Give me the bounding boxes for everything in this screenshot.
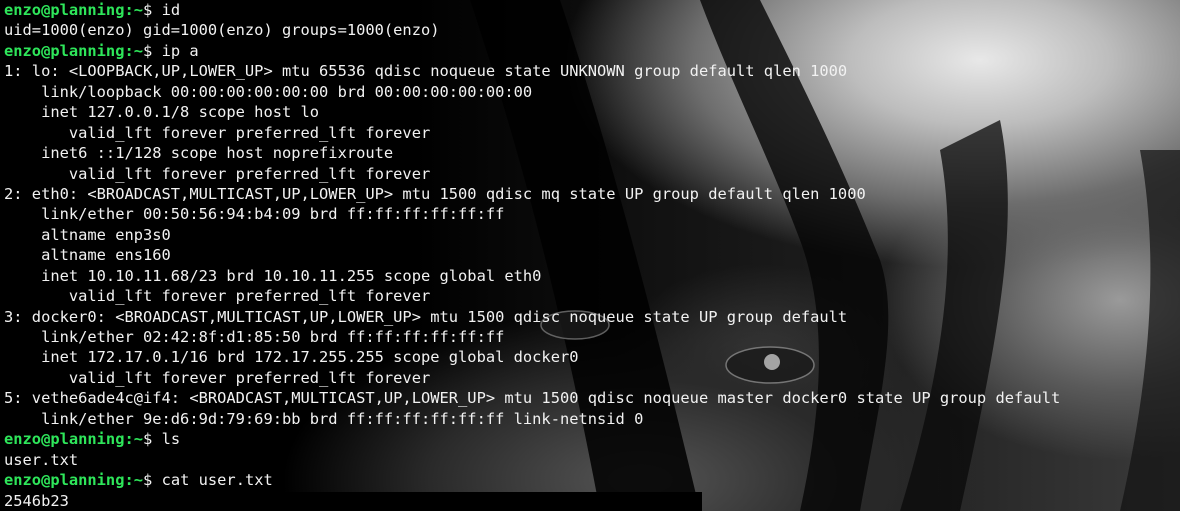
output-line: 5: vethe6ade4c@if4: <BROADCAST,MULTICAST… — [4, 389, 1061, 408]
output-line: 2: eth0: <BROADCAST,MULTICAST,UP,LOWER_U… — [4, 184, 866, 203]
prompt-suffix: :~ — [124, 430, 144, 449]
prompt-dollar: $ — [143, 41, 153, 60]
prompt-suffix: :~ — [124, 41, 144, 60]
command-text: cat user.txt — [152, 471, 273, 490]
output-line: valid_lft forever preferred_lft forever — [4, 368, 431, 387]
output-line: link/ether 9e:d6:9d:79:69:bb brd ff:ff:f… — [4, 409, 644, 428]
output-line: inet6 ::1/128 scope host noprefixroute — [4, 144, 394, 163]
prompt-suffix: :~ — [124, 1, 144, 19]
output-line: link/ether 02:42:8f:d1:85:50 brd ff:ff:f… — [4, 328, 505, 346]
command-line: enzo@planning:~$ cat user.txt — [4, 470, 1060, 490]
terminal-window[interactable]: enzo@planning:~$ id uid=1000(enzo) gid=10… — [0, 0, 1180, 511]
output-line: inet 127.0.0.1/8 scope host lo — [4, 103, 320, 122]
command-text: ls — [152, 430, 181, 449]
output-line: inet 10.10.11.68/23 brd 10.10.11.255 sco… — [4, 266, 542, 285]
prompt-suffix: :~ — [124, 471, 144, 490]
prompt-user-host: enzo@planning — [4, 471, 125, 490]
terminal-output[interactable]: enzo@planning:~$ id uid=1000(enzo) gid=10… — [4, 0, 1060, 511]
prompt-dollar: $ — [143, 471, 153, 490]
prompt-dollar: $ — [143, 430, 153, 449]
output-line: uid=1000(enzo) gid=1000(enzo) groups=100… — [4, 21, 440, 40]
output-line: inet 172.17.0.1/16 brd 172.17.255.255 sc… — [4, 348, 579, 367]
output-line: altname ens160 — [4, 246, 171, 265]
command-text: id — [152, 1, 181, 19]
output-line: valid_lft forever preferred_lft forever — [4, 164, 431, 183]
redaction-bar — [72, 492, 702, 511]
output-line: link/loopback 00:00:00:00:00:00 brd 00:0… — [4, 82, 533, 101]
output-line: altname enp3s0 — [4, 225, 171, 244]
command-line: enzo@planning:~$ ip a — [4, 41, 1060, 61]
command-line: enzo@planning:~$ id — [4, 0, 1060, 20]
output-line: link/ether 00:50:56:94:b4:09 brd ff:ff:f… — [4, 205, 505, 224]
prompt-dollar: $ — [143, 1, 153, 19]
command-text: ip a — [152, 41, 199, 60]
command-line: enzo@planning:~$ ls — [4, 429, 1060, 449]
prompt-user-host: enzo@planning — [4, 41, 125, 60]
output-line: valid_lft forever preferred_lft forever — [4, 287, 431, 306]
output-line: 1: lo: <LOOPBACK,UP,LOWER_UP> mtu 65536 … — [4, 62, 848, 81]
output-line: 3: docker0: <BROADCAST,MULTICAST,UP,LOWE… — [4, 307, 848, 326]
prompt-user-host: enzo@planning — [4, 1, 125, 19]
output-line: valid_lft forever preferred_lft forever — [4, 123, 431, 142]
output-line: user.txt — [4, 450, 79, 469]
prompt-user-host: enzo@planning — [4, 430, 125, 449]
